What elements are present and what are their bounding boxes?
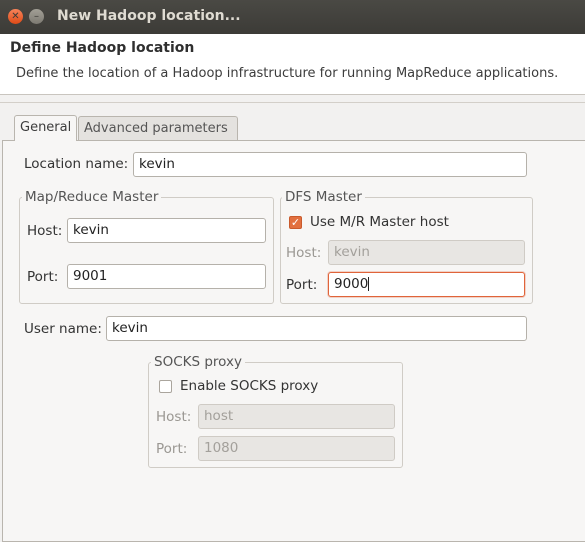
dfs-port-label: Port: — [286, 277, 318, 293]
mr-port-label: Port: — [27, 269, 59, 285]
dfs-host-label: Host: — [286, 245, 322, 261]
user-name-input[interactable]: kevin — [106, 316, 527, 341]
socks-host-input[interactable]: host — [198, 404, 395, 429]
location-name-input[interactable]: kevin — [133, 152, 527, 177]
text-caret — [368, 277, 370, 291]
location-name-label: Location name: — [24, 156, 129, 172]
dialog-header: Define Hadoop location Define the locati… — [0, 34, 585, 95]
mr-port-input[interactable]: 9001 — [67, 264, 266, 289]
dialog-title: Define Hadoop location — [10, 40, 195, 56]
dfs-port-value: 9000 — [334, 276, 369, 292]
tab-general[interactable]: General — [14, 115, 77, 141]
use-mr-master-host-checkbox[interactable]: ✓ — [289, 216, 302, 229]
window-titlebar: ✕ – New Hadoop location... — [0, 0, 585, 34]
socks-proxy-title: SOCKS proxy — [151, 354, 245, 370]
header-separator — [0, 102, 585, 103]
tab-advanced-parameters[interactable]: Advanced parameters — [78, 116, 238, 140]
checkmark-icon: ✓ — [290, 216, 301, 229]
dfs-host-input[interactable]: kevin — [328, 240, 525, 265]
use-mr-master-host-label: Use M/R Master host — [310, 214, 449, 230]
socks-port-label: Port: — [156, 441, 188, 457]
mr-host-input[interactable]: kevin — [67, 218, 266, 243]
close-icon: ✕ — [11, 11, 20, 22]
mr-host-label: Host: — [27, 223, 63, 239]
enable-socks-proxy-label: Enable SOCKS proxy — [180, 378, 319, 394]
mapreduce-master-title: Map/Reduce Master — [22, 189, 162, 205]
dfs-master-title: DFS Master — [282, 189, 365, 205]
socks-host-label: Host: — [156, 409, 192, 425]
socks-port-input[interactable]: 1080 — [198, 436, 395, 461]
window-title: New Hadoop location... — [57, 8, 241, 24]
user-name-label: User name: — [24, 321, 102, 337]
minimize-icon: – — [34, 11, 39, 22]
dialog-description: Define the location of a Hadoop infrastr… — [16, 66, 559, 81]
minimize-window-button[interactable]: – — [29, 9, 44, 24]
enable-socks-proxy-checkbox[interactable] — [159, 380, 172, 393]
dfs-port-input[interactable]: 9000 — [328, 272, 525, 297]
close-window-button[interactable]: ✕ — [8, 9, 23, 24]
